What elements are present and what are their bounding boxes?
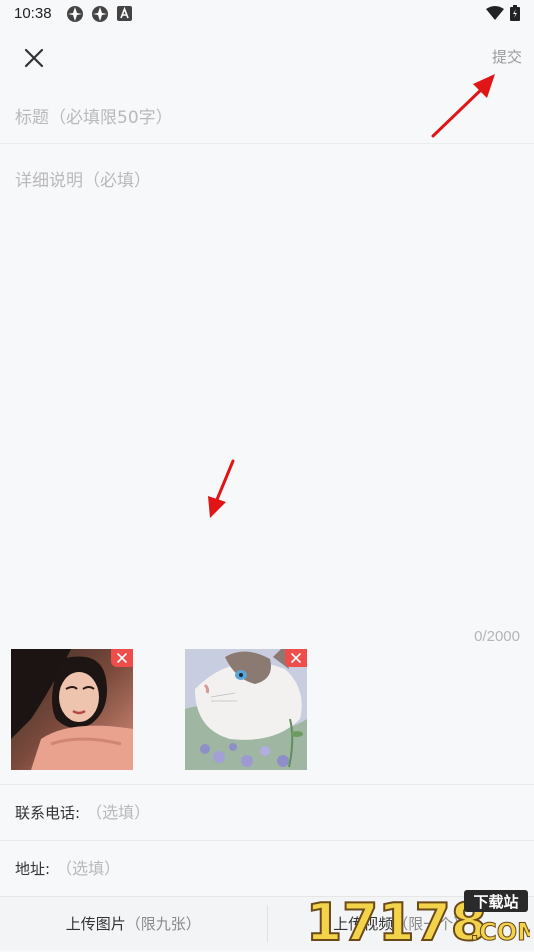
upload-images-button[interactable]: 上传图片 （限九张） xyxy=(0,897,267,950)
watermark-logo: 17178 下载站 .COM xyxy=(304,888,530,948)
detail-textarea[interactable] xyxy=(0,158,534,618)
app-notification-icon xyxy=(91,5,109,23)
phone-row: 联系电话: xyxy=(0,785,534,839)
watermark-number: 17178 xyxy=(306,893,487,948)
watermark-tag: 下载站 xyxy=(473,893,518,911)
attachment-thumbnail[interactable] xyxy=(11,649,133,770)
app-notification-icon xyxy=(66,5,84,23)
top-bar: 提交 xyxy=(0,28,534,88)
attachment-thumbnail[interactable] xyxy=(185,649,307,770)
address-label: 地址: xyxy=(15,858,50,879)
close-icon xyxy=(291,653,301,663)
delete-attachment-button[interactable] xyxy=(285,649,307,667)
delete-attachment-button[interactable] xyxy=(111,649,133,667)
wifi-icon xyxy=(486,6,504,20)
status-time: 10:38 xyxy=(14,5,52,22)
phone-label: 联系电话: xyxy=(15,802,80,823)
title-input[interactable] xyxy=(0,92,534,144)
cat-photo-image xyxy=(185,649,307,770)
phone-input[interactable] xyxy=(80,792,534,832)
close-icon xyxy=(117,653,127,663)
address-row: 地址: xyxy=(0,841,534,895)
close-icon[interactable] xyxy=(18,42,50,74)
upload-images-label: 上传图片 xyxy=(66,913,126,934)
upload-images-hint: （限九张） xyxy=(126,913,201,934)
battery-icon xyxy=(510,5,520,21)
watermark-domain: .COM xyxy=(470,918,530,946)
font-notification-icon xyxy=(117,6,132,21)
portrait-photo-image xyxy=(11,649,133,770)
submit-button[interactable]: 提交 xyxy=(492,46,522,67)
address-input[interactable] xyxy=(50,848,534,888)
char-counter: 0/2000 xyxy=(474,628,520,645)
status-bar: 10:38 xyxy=(0,0,534,28)
